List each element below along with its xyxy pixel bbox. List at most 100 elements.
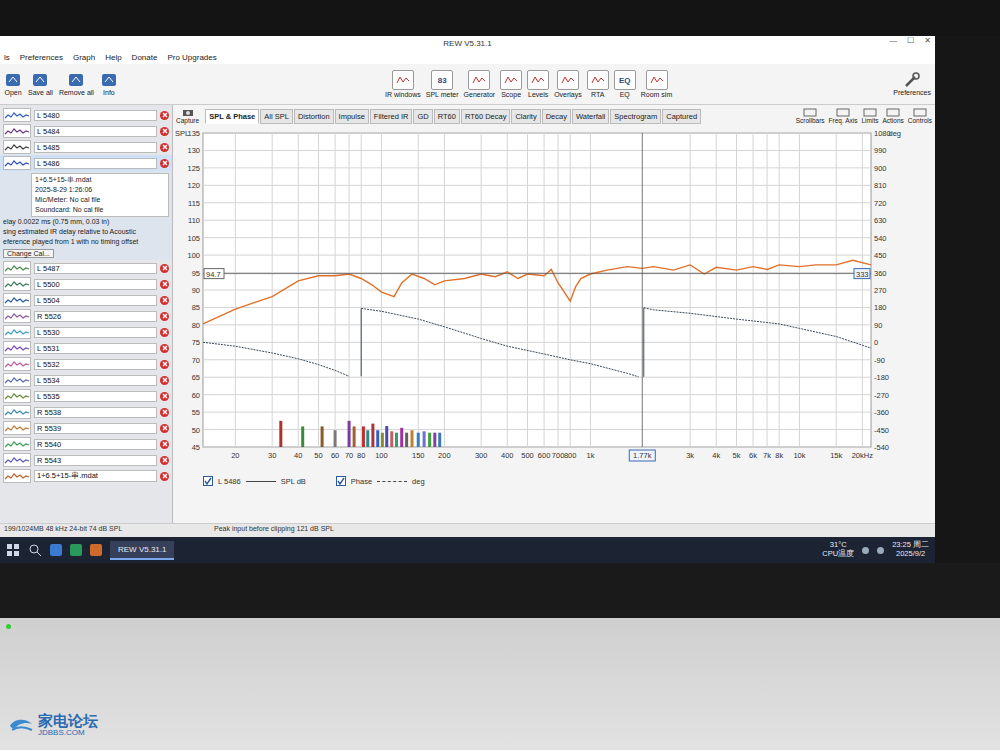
graph-tab[interactable]: RT60 [434, 109, 460, 124]
graph-tab[interactable]: Clarity [511, 109, 540, 124]
measurement-item[interactable]: L 5532 [0, 356, 172, 372]
graph-tab[interactable]: Spectrogram [610, 109, 661, 124]
window-control[interactable]: ☐ [907, 36, 914, 45]
file-tool-button[interactable]: Remove all [59, 72, 94, 96]
legend-item[interactable]: Phasedeg [336, 476, 425, 486]
menu-item[interactable]: ls [4, 53, 10, 62]
file-tool-button[interactable]: Info [100, 72, 118, 96]
measurement-name[interactable]: R 5539 [34, 423, 157, 434]
windows-start-icon[interactable] [6, 543, 20, 557]
remove-icon[interactable] [160, 376, 169, 385]
measurement-name[interactable]: R 5526 [34, 311, 157, 322]
measurement-name[interactable]: L 5535 [34, 391, 157, 402]
cursor-line[interactable] [642, 133, 643, 447]
measurement-item[interactable]: L 5535 [0, 388, 172, 404]
measurement-name[interactable]: R 5543 [34, 455, 157, 466]
view-tool-button[interactable]: Limits [861, 108, 878, 124]
measurement-name[interactable]: L 5485 [34, 142, 157, 153]
measurement-item[interactable]: L 5504 [0, 292, 172, 308]
view-tool-button[interactable]: Scrollbars [796, 108, 825, 124]
clock[interactable]: 23:25 周二2025/9/2 [892, 541, 929, 558]
remove-icon[interactable] [160, 424, 169, 433]
tool-button[interactable]: IR windows [385, 70, 421, 98]
remove-icon[interactable] [160, 111, 169, 120]
graph-tab[interactable]: Impulse [335, 109, 369, 124]
measurement-item[interactable]: L 5531 [0, 340, 172, 356]
measurement-name[interactable]: L 5504 [34, 295, 157, 306]
graph-tab[interactable]: RT60 Decay [461, 109, 511, 124]
remove-icon[interactable] [160, 328, 169, 337]
menu-item[interactable]: Pro Upgrades [167, 53, 216, 62]
remove-icon[interactable] [160, 408, 169, 417]
window-control[interactable]: ✕ [924, 36, 931, 45]
legend-item[interactable]: L 5486SPL dB [203, 476, 306, 486]
measurement-item[interactable]: R 5526 [0, 308, 172, 324]
measurement-name[interactable]: R 5538 [34, 407, 157, 418]
remove-icon[interactable] [160, 344, 169, 353]
graph-tab[interactable]: Distortion [294, 109, 334, 124]
measurement-name[interactable]: 1+6.5+15-串.mdat [34, 470, 157, 482]
measurement-item[interactable]: R 5539 [0, 420, 172, 436]
menu-item[interactable]: Graph [73, 53, 95, 62]
measurement-item[interactable]: R 5540 [0, 436, 172, 452]
measurement-item[interactable]: L 5486 [0, 155, 172, 171]
tool-button[interactable]: Scope [500, 70, 522, 98]
measurement-name[interactable]: L 5532 [34, 359, 157, 370]
graph-tab[interactable]: All SPL [260, 109, 293, 124]
tool-button[interactable]: Generator [464, 70, 496, 98]
measurement-name[interactable]: L 5531 [34, 343, 157, 354]
measurement-name[interactable]: L 5534 [34, 375, 157, 386]
measurement-item[interactable]: 1+6.5+15-串.mdat [0, 468, 172, 484]
preferences-button[interactable]: Preferences [893, 72, 931, 96]
measurement-item[interactable]: R 5543 [0, 452, 172, 468]
app-icon[interactable] [50, 544, 62, 556]
file-tool-button[interactable]: Open [4, 72, 22, 96]
remove-icon[interactable] [160, 264, 169, 273]
remove-icon[interactable] [160, 127, 169, 136]
measurement-item[interactable]: L 5500 [0, 276, 172, 292]
menu-item[interactable]: Donate [132, 53, 158, 62]
graph-tab[interactable]: Filtered IR [370, 109, 413, 124]
checkbox-icon[interactable] [203, 476, 213, 486]
remove-icon[interactable] [160, 296, 169, 305]
measurement-item[interactable]: L 5534 [0, 372, 172, 388]
file-tool-button[interactable]: Save all [28, 72, 53, 96]
view-tool-button[interactable]: Actions [882, 108, 903, 124]
measurement-name[interactable]: L 5500 [34, 279, 157, 290]
app-icon[interactable] [90, 544, 102, 556]
window-control[interactable]: — [889, 36, 897, 45]
measurement-name[interactable]: L 5486 [34, 158, 157, 169]
measurement-item[interactable]: L 5480 [0, 107, 172, 123]
measurement-item[interactable]: L 5487 [0, 260, 172, 276]
view-tool-button[interactable]: Controls [908, 108, 932, 124]
measurement-item[interactable]: L 5530 [0, 324, 172, 340]
remove-icon[interactable] [160, 159, 169, 168]
menu-item[interactable]: Preferences [20, 53, 63, 62]
menu-item[interactable]: Help [105, 53, 121, 62]
measurement-item[interactable]: L 5484 [0, 123, 172, 139]
change-cal-button[interactable]: Change Cal... [3, 249, 54, 258]
measurement-item[interactable]: L 5485 [0, 139, 172, 155]
graph-tab[interactable]: Decay [542, 109, 571, 124]
checkbox-icon[interactable] [336, 476, 346, 486]
view-tool-button[interactable]: Freq. Axis [829, 108, 858, 124]
search-icon[interactable] [28, 543, 42, 557]
tray-icon[interactable] [862, 547, 869, 554]
remove-icon[interactable] [160, 472, 169, 481]
graph-tab[interactable]: GD [413, 109, 432, 124]
app-icon[interactable] [70, 544, 82, 556]
remove-icon[interactable] [160, 280, 169, 289]
capture-button[interactable]: Capture [176, 108, 199, 124]
tool-button[interactable]: Overlays [554, 70, 582, 98]
measurement-name[interactable]: R 5540 [34, 439, 157, 450]
graph-tab[interactable]: Waterfall [572, 109, 609, 124]
remove-icon[interactable] [160, 312, 169, 321]
remove-icon[interactable] [160, 440, 169, 449]
measurement-name[interactable]: L 5480 [34, 110, 157, 121]
tool-button[interactable]: EQEQ [614, 70, 636, 98]
remove-icon[interactable] [160, 392, 169, 401]
tool-button[interactable]: RTA [587, 70, 609, 98]
taskbar-app-button[interactable]: REW V5.31.1 [110, 541, 174, 560]
remove-icon[interactable] [160, 456, 169, 465]
tool-button[interactable]: Room sim [641, 70, 673, 98]
